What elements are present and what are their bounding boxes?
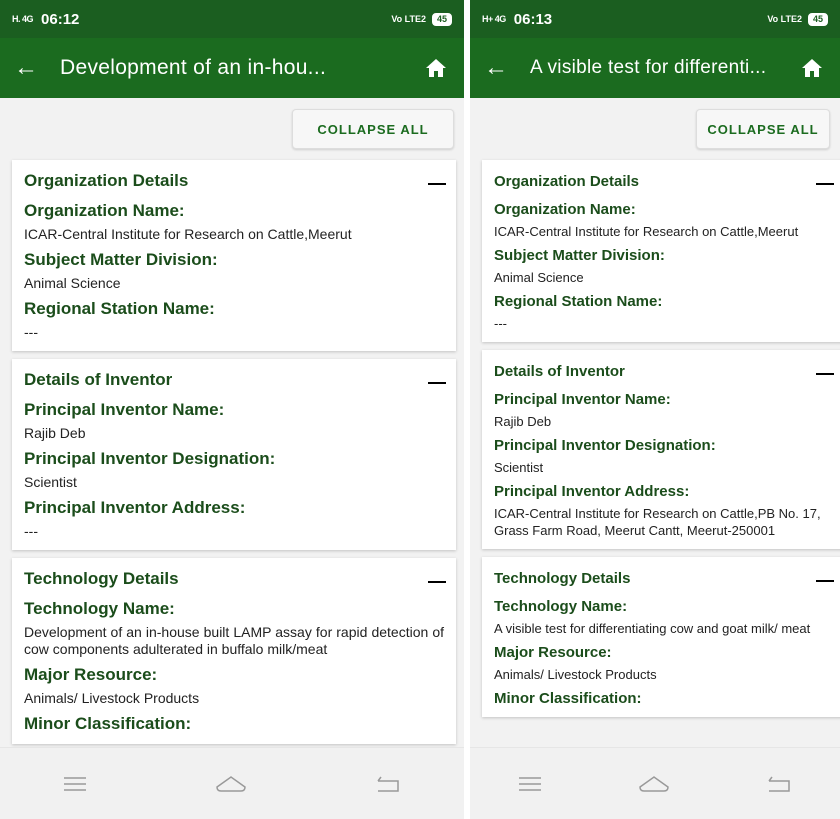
battery-icon: 45 bbox=[431, 12, 452, 26]
back-nav-icon[interactable] bbox=[767, 775, 791, 793]
detail-content[interactable]: COLLAPSE ALL Organization Details Organi… bbox=[0, 98, 464, 747]
field-value: Animals/ Livestock Products bbox=[494, 667, 657, 682]
field-label: Principal Inventor Designation: bbox=[494, 437, 716, 454]
status-bar: H. 4G 06:12 Vo LTE2 45 bbox=[0, 0, 464, 38]
field-label: Subject Matter Division: bbox=[494, 247, 665, 264]
field-value: --- bbox=[24, 523, 38, 539]
status-time: 06:13 bbox=[513, 10, 553, 28]
right-phone-screen: H+ 4G 06:13 Vo LTE2 45 ← A visible test … bbox=[470, 0, 840, 819]
field-label: Regional Station Name: bbox=[494, 293, 663, 310]
page-title: A visible test for differenti... bbox=[530, 57, 767, 78]
technology-details-card: Technology Details Technology Name: A vi… bbox=[482, 557, 840, 717]
field-label: Subject Matter Division: bbox=[24, 250, 218, 269]
detail-content[interactable]: COLLAPSE ALL Organization Details Organi… bbox=[470, 98, 840, 747]
technology-details-card: Technology Details Technology Name: Deve… bbox=[12, 558, 456, 744]
field-value: Rajib Deb bbox=[494, 414, 552, 429]
menu-icon[interactable] bbox=[518, 776, 541, 791]
field-value: ICAR-Central Institute for Research on C… bbox=[24, 226, 352, 242]
arrow-left-icon[interactable]: ← bbox=[484, 54, 516, 82]
battery-icon: 45 bbox=[807, 12, 828, 26]
collapse-all-button[interactable]: COLLAPSE ALL bbox=[292, 109, 454, 149]
back-nav-icon[interactable] bbox=[376, 775, 400, 793]
home-nav-icon[interactable] bbox=[638, 775, 670, 793]
field-label: Principal Inventor Address: bbox=[24, 498, 246, 517]
minus-icon[interactable] bbox=[426, 168, 446, 194]
home-nav-icon[interactable] bbox=[215, 775, 247, 793]
card-header[interactable]: Technology Details bbox=[494, 565, 834, 591]
minus-icon[interactable] bbox=[426, 367, 446, 393]
organization-details-card: Organization Details Organization Name: … bbox=[482, 160, 840, 342]
field-label: Major Resource: bbox=[24, 665, 158, 684]
card-title: Details of Inventor bbox=[494, 362, 625, 380]
card-header[interactable]: Details of Inventor bbox=[24, 367, 446, 393]
card-title: Details of Inventor bbox=[24, 370, 173, 389]
field-label: Principal Inventor Designation: bbox=[24, 449, 276, 468]
field-label: Regional Station Name: bbox=[24, 299, 215, 318]
field-label: Technology Name: bbox=[494, 598, 628, 615]
left-phone-screen: H. 4G 06:12 Vo LTE2 45 ← Development of … bbox=[0, 0, 464, 819]
card-title: Organization Details bbox=[494, 172, 640, 190]
field-value: Animal Science bbox=[494, 270, 584, 285]
minus-icon[interactable] bbox=[814, 358, 834, 384]
field-label: Principal Inventor Address: bbox=[494, 483, 690, 500]
field-label: Organization Name: bbox=[24, 201, 185, 220]
card-header[interactable]: Details of Inventor bbox=[494, 358, 834, 384]
minus-icon[interactable] bbox=[814, 565, 834, 591]
field-label: Principal Inventor Name: bbox=[494, 391, 671, 408]
system-nav-bar bbox=[0, 747, 464, 819]
field-value: Animals/ Livestock Products bbox=[24, 690, 200, 706]
card-header[interactable]: Organization Details bbox=[24, 168, 446, 194]
minus-icon[interactable] bbox=[426, 566, 446, 592]
arrow-left-icon[interactable]: ← bbox=[14, 54, 46, 82]
field-label: Organization Name: bbox=[494, 201, 636, 218]
details-of-inventor-card: Details of Inventor Principal Inventor N… bbox=[482, 350, 840, 549]
field-value: Development of an in-house built LAMP as… bbox=[24, 624, 444, 657]
volte-indicator: Vo LTE2 bbox=[391, 14, 426, 24]
card-header[interactable]: Organization Details bbox=[494, 168, 834, 194]
field-label: Minor Classification: bbox=[494, 690, 642, 707]
home-icon[interactable] bbox=[798, 56, 826, 80]
field-value: ICAR-Central Institute for Research on C… bbox=[494, 506, 821, 538]
volte-indicator: Vo LTE2 bbox=[767, 14, 802, 24]
details-of-inventor-card: Details of Inventor Principal Inventor N… bbox=[12, 359, 456, 550]
card-title: Technology Details bbox=[24, 569, 179, 588]
card-header[interactable]: Technology Details bbox=[24, 566, 446, 592]
field-label: Major Resource: bbox=[494, 644, 612, 661]
field-label: Principal Inventor Name: bbox=[24, 400, 225, 419]
field-label: Minor Classification: bbox=[24, 714, 192, 733]
home-icon[interactable] bbox=[422, 56, 450, 80]
field-label: Technology Name: bbox=[24, 599, 175, 618]
app-bar: ← Development of an in-hou... bbox=[0, 38, 464, 98]
collapse-row: COLLAPSE ALL bbox=[0, 98, 464, 160]
collapse-all-button[interactable]: COLLAPSE ALL bbox=[696, 109, 830, 149]
signal-indicator: H. 4G bbox=[12, 13, 34, 24]
card-title: Technology Details bbox=[494, 569, 631, 587]
system-nav-bar bbox=[470, 747, 840, 819]
status-bar: H+ 4G 06:13 Vo LTE2 45 bbox=[470, 0, 840, 38]
field-value: A visible test for differentiating cow a… bbox=[494, 621, 811, 636]
status-time: 06:12 bbox=[41, 10, 80, 28]
field-value: Scientist bbox=[24, 474, 77, 490]
field-value: Scientist bbox=[494, 460, 544, 475]
card-title: Organization Details bbox=[24, 171, 189, 190]
minus-icon[interactable] bbox=[814, 168, 834, 194]
field-value: ICAR-Central Institute for Research on C… bbox=[494, 224, 799, 239]
field-value: --- bbox=[24, 324, 38, 340]
menu-icon[interactable] bbox=[64, 776, 87, 791]
status-right-icons: Vo LTE2 45 bbox=[767, 12, 828, 26]
app-bar: ← A visible test for differenti... bbox=[470, 38, 840, 98]
field-value: --- bbox=[494, 316, 507, 331]
signal-indicator: H+ 4G bbox=[482, 13, 506, 24]
status-right-icons: Vo LTE2 45 bbox=[391, 12, 452, 26]
field-value: Rajib Deb bbox=[24, 425, 86, 441]
page-title: Development of an in-hou... bbox=[60, 56, 327, 79]
collapse-row: COLLAPSE ALL bbox=[470, 98, 840, 160]
organization-details-card: Organization Details Organization Name: … bbox=[12, 160, 456, 351]
field-value: Animal Science bbox=[24, 275, 121, 291]
